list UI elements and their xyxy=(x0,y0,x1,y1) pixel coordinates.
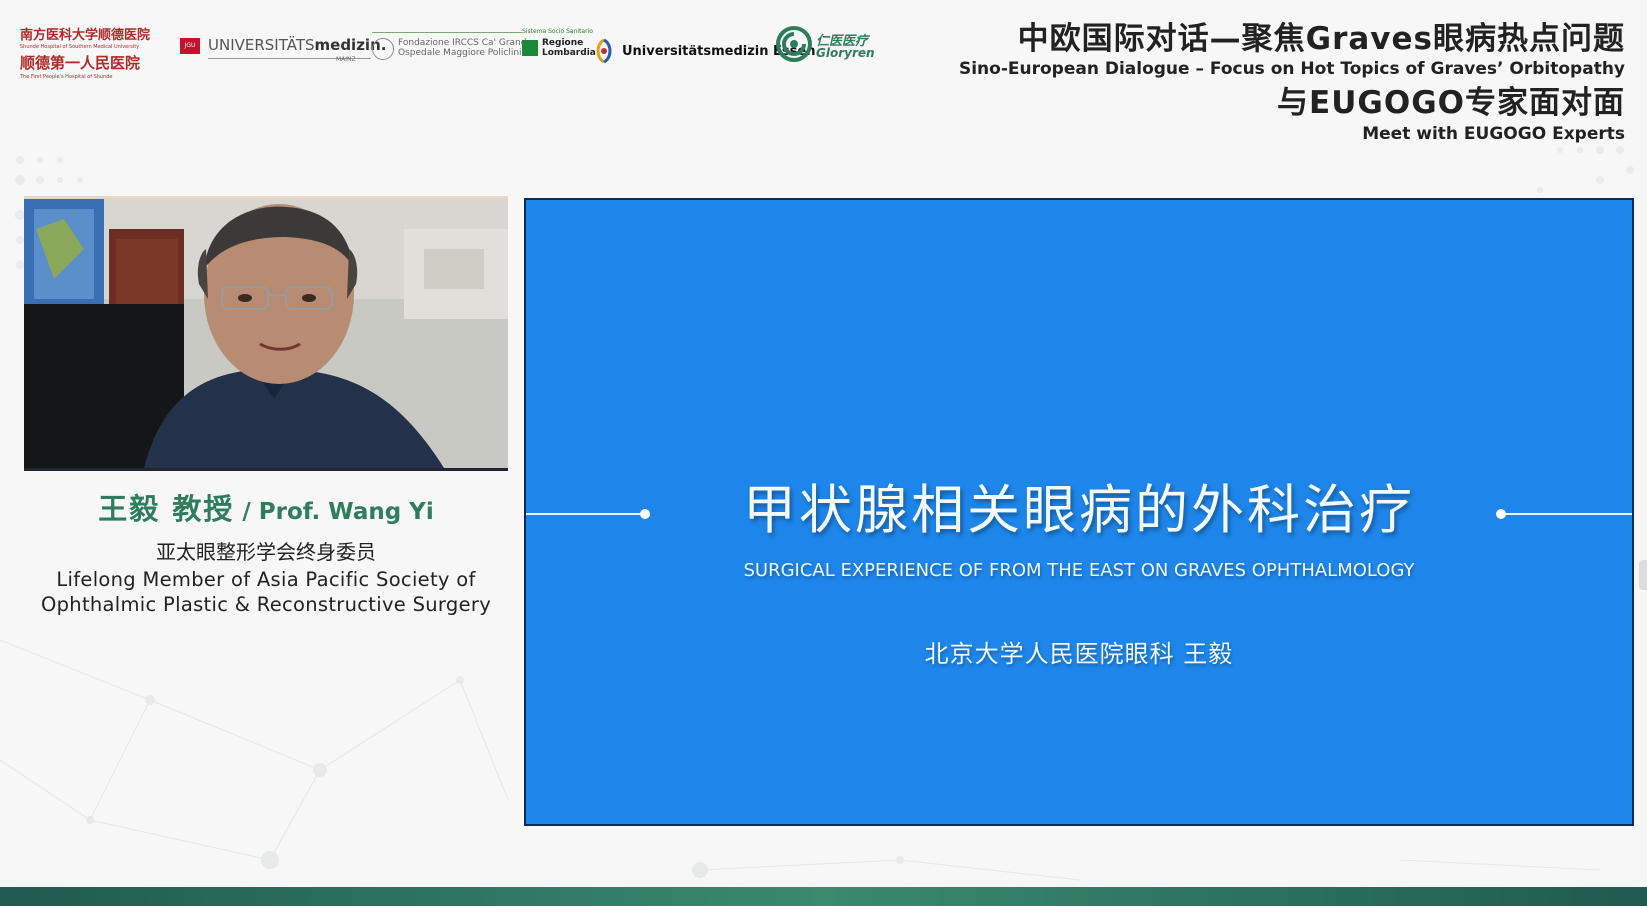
jgu-badge: JGU xyxy=(180,38,200,54)
slide-subtitle: SURGICAL EXPERIENCE OF FROM THE EAST ON … xyxy=(743,560,1415,581)
essen-emblem-icon xyxy=(596,38,612,64)
lombardia-line2: Lombardia xyxy=(542,48,596,58)
speaker-video-image xyxy=(24,199,508,468)
event-title-en-1: Sino-European Dialogue – Focus on Hot To… xyxy=(958,59,1625,79)
speaker-role-cn: 亚太眼整形学会终身委员 xyxy=(156,540,376,564)
speaker-name: 王毅 教授 / Prof. Wang Yi xyxy=(24,488,508,533)
jgu-text-light: UNIVERSITÄTS xyxy=(208,36,315,54)
jgu-logo-text: UNIVERSITÄTSmedizin. xyxy=(208,36,386,54)
slide-title: 甲状腺相关眼病的外科治疗 xyxy=(743,480,1415,541)
irccs-emblem-icon xyxy=(372,38,394,60)
irccs-line2: Ospedale Maggiore Policlinico xyxy=(398,48,532,58)
irccs-policlinico-logo: Fondazione IRCCS Ca' Granda Ospedale Mag… xyxy=(372,28,596,78)
essen-logo: Universitätsmedizin Essen xyxy=(592,38,815,68)
event-title-cn-2: 与EUGOGO专家面对面 xyxy=(1277,85,1625,121)
irccs-line1: Fondazione IRCCS Ca' Granda xyxy=(398,38,532,48)
speaker-video-feed[interactable] xyxy=(24,196,508,471)
shunde-logo-line2: 顺德第一人民医院 xyxy=(20,54,141,72)
speaker-role-en-2: Ophthalmic Plastic & Reconstructive Surg… xyxy=(40,593,492,616)
lombardia-line1: Regione xyxy=(542,38,584,48)
sponsor-logos: 南方医科大学顺德医院 Shunde Hospital of Southern M… xyxy=(20,18,920,80)
event-title-cn-1: 中欧国际对话—聚焦Graves眼病热点问题 xyxy=(1017,21,1625,57)
jgu-mainz-logo: JGU UNIVERSITÄTSmedizin. MAINZ xyxy=(180,34,386,74)
shunde-logo-line2-sub: The First People's Hospital of Shunde xyxy=(20,74,113,80)
event-title-block: 中欧国际对话—聚焦Graves眼病热点问题 Sino-European Dial… xyxy=(925,20,1625,144)
bottom-bar xyxy=(0,887,1647,906)
shunde-hospital-logo: 南方医科大学顺德医院 Shunde Hospital of Southern M… xyxy=(20,24,160,80)
shunde-logo-line1: 南方医科大学顺德医院 xyxy=(20,28,151,43)
event-title-en-2: Meet with EUGOGO Experts xyxy=(1362,124,1625,144)
lombardia-top: Sistema Socio Sanitario xyxy=(522,28,593,35)
presentation-slide[interactable]: 甲状腺相关眼病的外科治疗 SURGICAL EXPERIENCE OF FROM… xyxy=(524,198,1634,826)
speaker-name-cn: 王毅 教授 xyxy=(98,492,235,526)
shunde-logo-line1-sub: Shunde Hospital of Southern Medical Univ… xyxy=(20,44,140,50)
speaker-role-en-1: Lifelong Member of Asia Pacific Society … xyxy=(56,568,476,591)
speaker-info: 王毅 教授 / Prof. Wang Yi 亚太眼整形学会终身委员 Lifelo… xyxy=(24,488,508,617)
gloryren-swirl-icon xyxy=(776,26,812,62)
gloryren-en: Gloryren xyxy=(816,46,875,60)
speaker-name-en: / Prof. Wang Yi xyxy=(234,499,434,525)
jgu-city: MAINZ xyxy=(336,56,356,63)
irccs-topline xyxy=(372,32,522,33)
gloryren-logo: 仁医医疗 Gloryren xyxy=(776,26,886,70)
slide-author: 北京大学人民医院眼科 王毅 xyxy=(924,640,1234,668)
right-edge-handle xyxy=(1639,560,1647,590)
lombardia-rose-icon xyxy=(522,40,538,56)
